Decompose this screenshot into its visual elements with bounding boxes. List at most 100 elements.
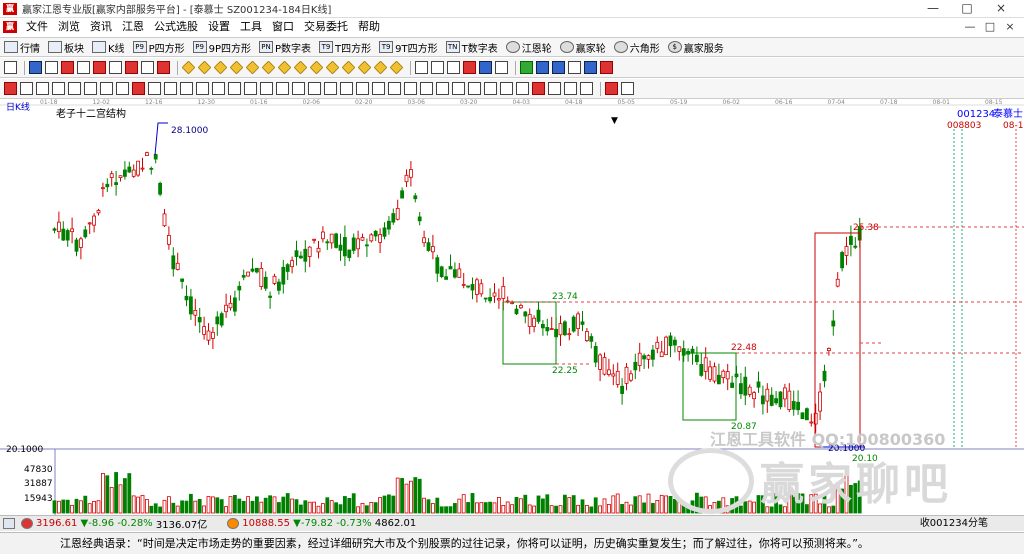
eraser-icon[interactable]: [621, 82, 634, 95]
maximize-button[interactable]: □: [950, 0, 984, 17]
line-icon-15[interactable]: [244, 82, 257, 95]
line-icon-34[interactable]: [548, 82, 561, 95]
line-icon-30[interactable]: [484, 82, 497, 95]
line-icon-7[interactable]: [116, 82, 129, 95]
menu-formula[interactable]: 公式选股: [149, 18, 203, 36]
line-icon-8[interactable]: [132, 82, 145, 95]
line-icon-27[interactable]: [436, 82, 449, 95]
line-icon-23[interactable]: [372, 82, 385, 95]
candle-white-icon[interactable]: [141, 61, 154, 74]
menu-info[interactable]: 资讯: [85, 18, 117, 36]
step-right-icon[interactable]: [229, 60, 244, 75]
menu-window[interactable]: 窗口: [267, 18, 299, 36]
menu-help[interactable]: 帮助: [353, 18, 385, 36]
menu-gann[interactable]: 江恩: [117, 18, 149, 36]
toolbar-service-button[interactable]: $ 赢家服务: [667, 40, 724, 55]
line-icon-9[interactable]: [148, 82, 161, 95]
diamond-icon-5[interactable]: [309, 60, 324, 75]
toolbar-t-square-button[interactable]: T9 T四方形: [319, 40, 371, 55]
line-icon-25[interactable]: [404, 82, 417, 95]
menu-tools[interactable]: 工具: [235, 18, 267, 36]
diamond-icon-8[interactable]: [357, 60, 372, 75]
line-icon-24[interactable]: [388, 82, 401, 95]
line-icon-21[interactable]: [340, 82, 353, 95]
line-icon-13[interactable]: [212, 82, 225, 95]
line-icon-12[interactable]: [196, 82, 209, 95]
line-icon-16[interactable]: [260, 82, 273, 95]
diamond-icon-6[interactable]: [325, 60, 340, 75]
toolbar-p-table-button[interactable]: PN P数字表: [259, 40, 311, 55]
line-icon-33[interactable]: [532, 82, 545, 95]
line-icon-32[interactable]: [516, 82, 529, 95]
cursor-icon[interactable]: [447, 61, 460, 74]
child-close-button[interactable]: ×: [1000, 18, 1020, 36]
indicator-icon[interactable]: [29, 61, 42, 74]
line-icon-6[interactable]: [100, 82, 113, 95]
layout-icon[interactable]: [4, 61, 17, 74]
note-icon[interactable]: [45, 61, 58, 74]
menu-browse[interactable]: 浏览: [53, 18, 85, 36]
line-icon-22[interactable]: [356, 82, 369, 95]
line-icon-4[interactable]: [68, 82, 81, 95]
line-icon-35[interactable]: [564, 82, 577, 95]
toolbar-p-square-button[interactable]: P9 P四方形: [132, 40, 185, 55]
line-icon-19[interactable]: [308, 82, 321, 95]
line-icon-18[interactable]: [292, 82, 305, 95]
save-icon[interactable]: [536, 61, 549, 74]
close-button[interactable]: ×: [984, 0, 1018, 17]
toolbar-hexagon-button[interactable]: 六角形: [613, 40, 660, 55]
line-icon-29[interactable]: [468, 82, 481, 95]
toolbar-winner-wheel-button[interactable]: 赢家轮: [559, 40, 606, 55]
diamond-icon-10[interactable]: [389, 60, 404, 75]
step-first-icon[interactable]: [181, 60, 196, 75]
line-icon-3[interactable]: [52, 82, 65, 95]
grid-icon[interactable]: [3, 518, 15, 529]
step-left-icon[interactable]: [213, 60, 228, 75]
line-icon-5[interactable]: [84, 82, 97, 95]
step-back-icon[interactable]: [197, 60, 212, 75]
shift-icon[interactable]: [495, 61, 508, 74]
minimize-button[interactable]: —: [916, 0, 950, 17]
diamond-icon-2[interactable]: [261, 60, 276, 75]
hand-icon[interactable]: [415, 61, 428, 74]
table-icon[interactable]: [552, 61, 565, 74]
line-icon-36[interactable]: [580, 82, 593, 95]
line-icon-31[interactable]: [500, 82, 513, 95]
line-icon-20[interactable]: [324, 82, 337, 95]
candle-up-icon[interactable]: [93, 61, 106, 74]
line-icon-28[interactable]: [452, 82, 465, 95]
tick-detail-label[interactable]: 收001234分笔: [920, 516, 988, 531]
menu-file[interactable]: 文件: [21, 18, 53, 36]
calc-icon[interactable]: [520, 61, 533, 74]
diamond-icon-3[interactable]: [277, 60, 292, 75]
diamond-icon-9[interactable]: [373, 60, 388, 75]
line-icon-11[interactable]: [180, 82, 193, 95]
sh-index-icon[interactable]: [21, 518, 33, 529]
candle-icon[interactable]: [109, 61, 122, 74]
toolbar-blocks-button[interactable]: 板块: [48, 40, 84, 55]
line-icon-2[interactable]: [36, 82, 49, 95]
toolbar-gann-wheel-button[interactable]: 江恩轮: [505, 40, 552, 55]
line-icon-10[interactable]: [164, 82, 177, 95]
menu-settings[interactable]: 设置: [203, 18, 235, 36]
print-icon[interactable]: [568, 61, 581, 74]
candle-red-icon[interactable]: [125, 61, 138, 74]
color-icon[interactable]: [605, 82, 618, 95]
line-icon-26[interactable]: [420, 82, 433, 95]
toolbar-quotes-button[interactable]: 行情: [4, 40, 40, 55]
line-icon[interactable]: [20, 82, 33, 95]
toolbar-9p-square-button[interactable]: P9 9P四方形: [192, 40, 251, 55]
diamond-icon[interactable]: [245, 60, 260, 75]
line-icon-17[interactable]: [276, 82, 289, 95]
menu-trade[interactable]: 交易委托: [299, 18, 353, 36]
stamp-icon[interactable]: [600, 61, 613, 74]
pencil-icon[interactable]: [4, 82, 17, 95]
menu-app-icon[interactable]: 赢: [3, 21, 17, 33]
collapse-arrow-icon[interactable]: ▼: [611, 116, 618, 126]
marker-icon[interactable]: [61, 61, 74, 74]
car-icon[interactable]: [584, 61, 597, 74]
gift-icon[interactable]: [463, 61, 476, 74]
toolbar-9t-square-button[interactable]: T9 9T四方形: [379, 40, 438, 55]
child-maximize-button[interactable]: □: [980, 18, 1000, 36]
diamond-icon-7[interactable]: [341, 60, 356, 75]
